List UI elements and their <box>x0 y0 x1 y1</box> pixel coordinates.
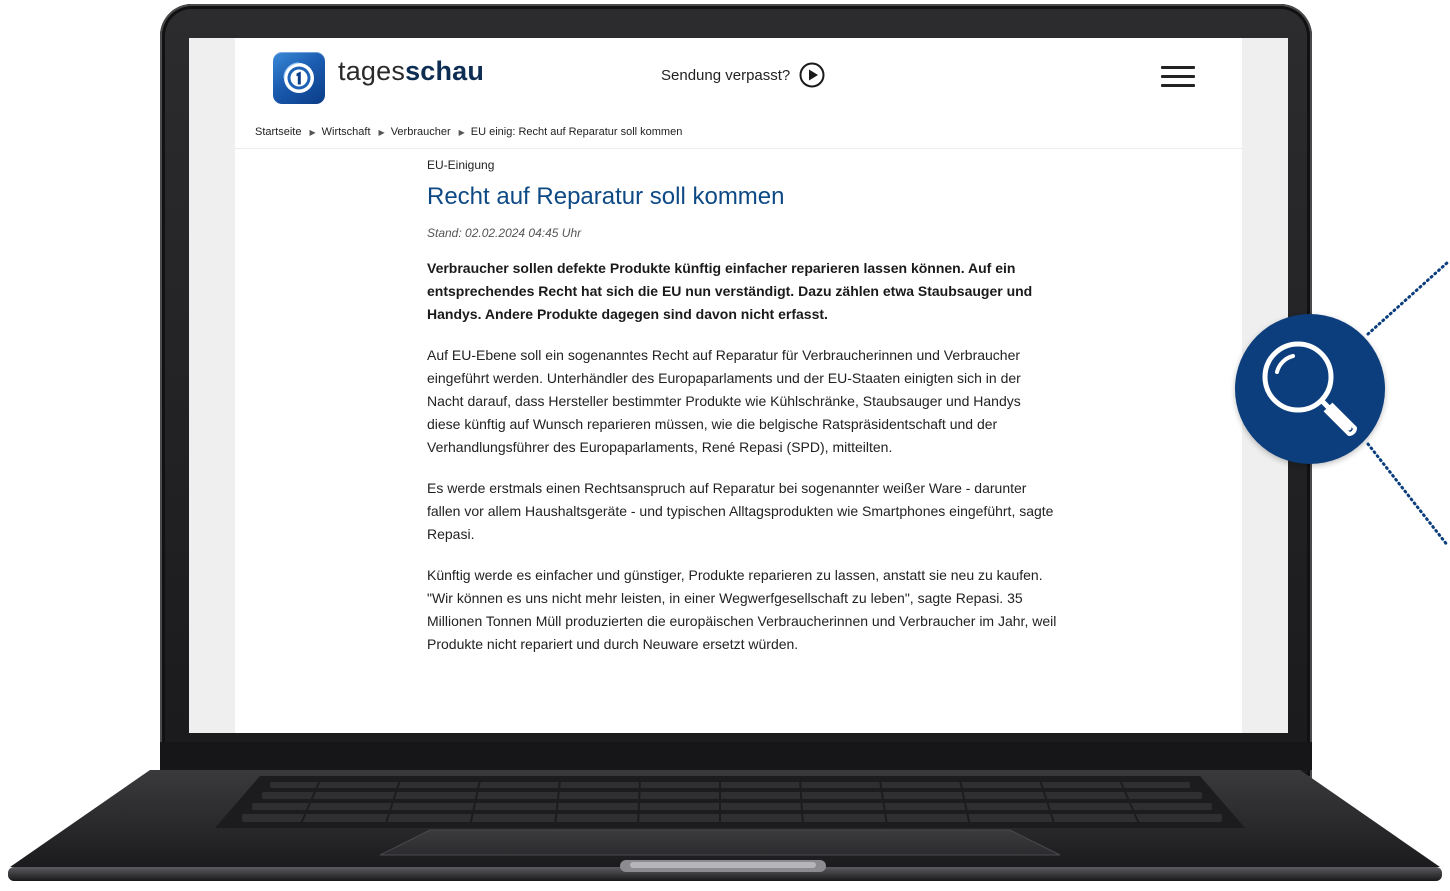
magnifying-glass-icon <box>1235 314 1385 464</box>
dotted-connector-lines <box>1366 260 1450 548</box>
